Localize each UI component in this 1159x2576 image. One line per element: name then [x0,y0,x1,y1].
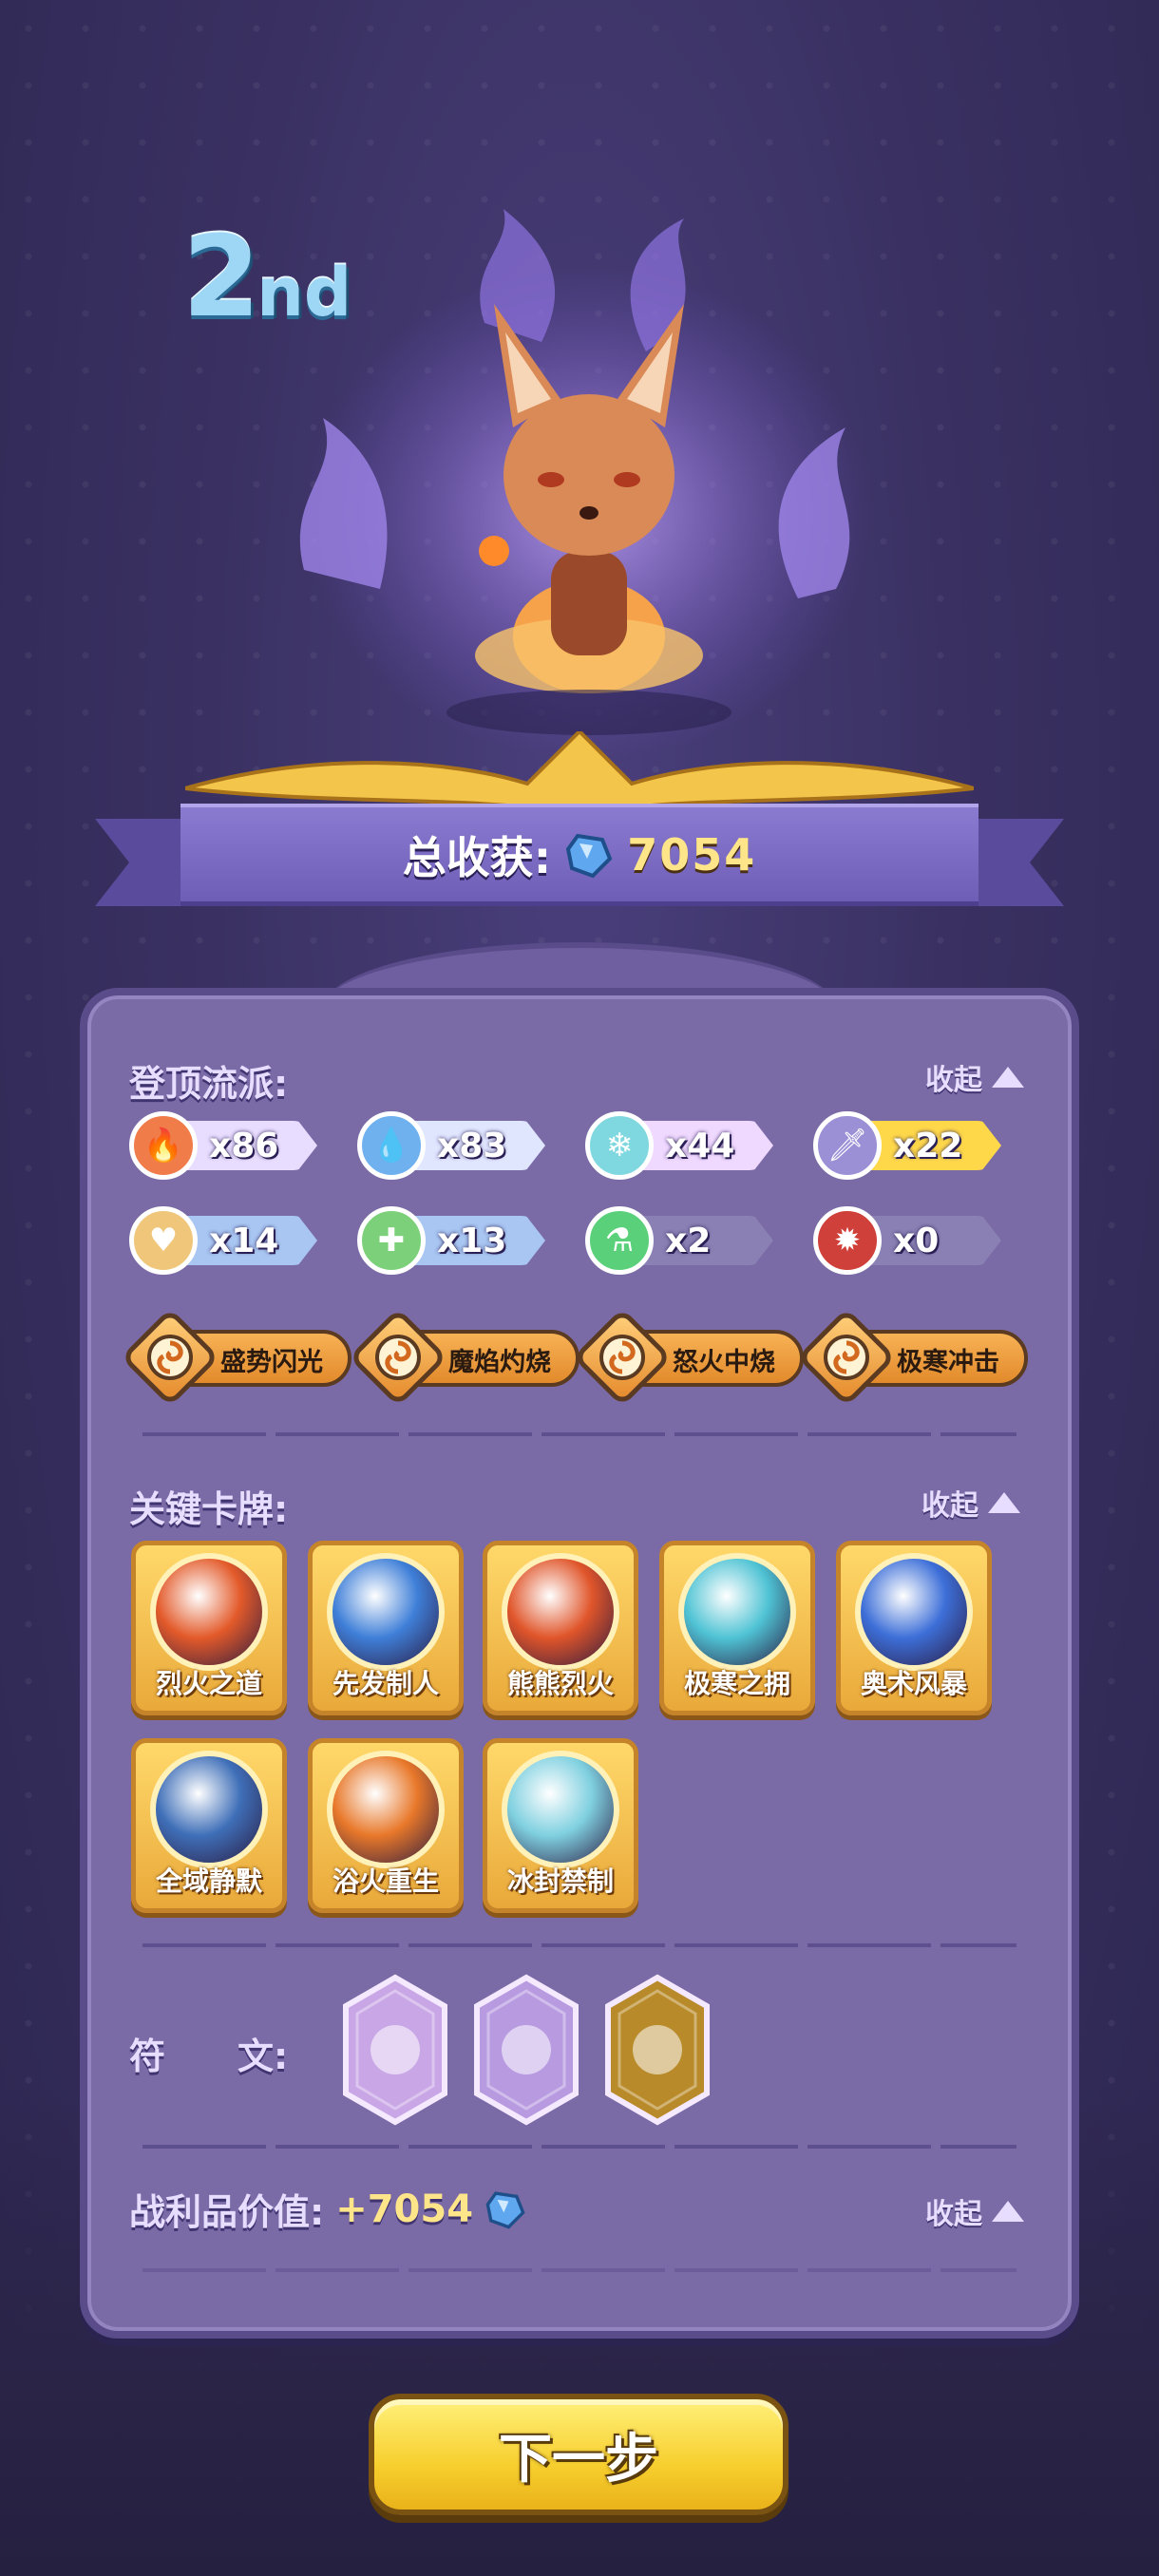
collapse-up-icon [988,1492,1020,1513]
card-label: 奥术风暴 [860,1668,967,1699]
counter-value: x44 [665,1126,735,1165]
card-label: 熊熊烈火 [506,1668,614,1699]
key-card[interactable]: 冰封禁制 [483,1738,638,1913]
swirl-icon [375,1335,421,1380]
section-divider [142,2268,1016,2272]
skill-tag[interactable]: 盛势闪光 [120,1307,352,1408]
golden-heart-rune-icon[interactable] [600,1974,714,2126]
total-harvest-value: 7054 [627,828,757,881]
counter-value: x2 [665,1221,712,1260]
blue-creature-icon [327,1553,445,1671]
collapse-label: 收起 [925,2198,982,2231]
swirl-icon [824,1335,869,1380]
skill-tag[interactable]: 极寒冲击 [796,1307,1028,1408]
card-label: 极寒之拥 [683,1668,790,1699]
rank-number: 2 [182,211,260,342]
skill-label: 魔焰灼烧 [448,1348,551,1377]
fox-hero-character [299,209,874,760]
route-counter: ❄ x44 [585,1111,775,1180]
next-step-label: 下一步 [499,2428,658,2491]
collapse-label: 收起 [922,1489,978,1523]
water-drop-icon: 💧 [357,1111,426,1180]
route-counter: 🗡 x22 [813,1111,1003,1180]
total-harvest-label: 总收获: [402,831,552,883]
route-section-title: 登顶流派: [129,1063,289,1105]
card-label: 烈火之道 [155,1668,262,1699]
total-harvest-banner: 总收获: 7054 [180,804,978,906]
silence-mask-icon [150,1751,268,1868]
counter-value: x13 [437,1221,507,1260]
skill-label: 盛势闪光 [220,1348,323,1377]
card-label: 浴火重生 [332,1866,439,1897]
route-counter: ✹ x0 [813,1206,1003,1275]
key-card[interactable]: 烈火之道 [131,1541,287,1715]
card-label: 全域静默 [155,1866,262,1897]
card-label: 先发制人 [332,1668,439,1699]
collapse-up-icon [992,1067,1024,1088]
route-counter: ⚗ x2 [585,1206,775,1275]
route-collapse-button[interactable]: 收起 [925,1056,1024,1098]
swirl-icon [599,1335,645,1380]
counter-value: x14 [209,1221,279,1260]
phoenix-rebirth-icon [327,1751,445,1868]
key-card[interactable]: 全域静默 [131,1738,287,1913]
loot-collapse-button[interactable]: 收起 [925,2190,1024,2232]
counter-value: x86 [209,1126,279,1165]
key-card[interactable]: 先发制人 [308,1541,464,1715]
arcane-storm-icon [855,1553,973,1671]
route-counter: ✚ x13 [357,1206,547,1275]
skill-label: 怒火中烧 [673,1348,775,1377]
swirl-rune-icon[interactable] [469,1974,583,2126]
key-card[interactable]: 奥术风暴 [836,1541,992,1715]
fire-icon: 🔥 [129,1111,198,1180]
loot-value: +7054 [335,2187,474,2231]
skill-label: 极寒冲击 [897,1348,999,1377]
key-card[interactable]: 极寒之拥 [659,1541,815,1715]
swirl-icon [147,1335,193,1380]
runes-section-title: 符 文: [129,2036,289,2077]
route-counter: 💧 x83 [357,1111,547,1180]
heart-icon: ♥ [129,1206,198,1275]
section-divider [142,1432,1016,1436]
blazing-fire-icon [502,1553,619,1671]
blue-crystal-icon [485,2190,525,2229]
blue-crystal-icon [566,833,613,878]
collapse-up-icon [992,2201,1024,2222]
snowflake-icon: ❄ [585,1111,654,1180]
ice-crystal-icon [678,1553,796,1671]
section-divider [142,2145,1016,2149]
next-step-button[interactable]: 下一步 [369,2394,788,2515]
burst-icon: ✹ [813,1206,882,1275]
key-card[interactable]: 浴火重生 [308,1738,464,1913]
counter-value: x22 [893,1126,963,1165]
collapse-label: 收起 [925,1064,982,1097]
skill-tag[interactable]: 魔焰灼烧 [348,1307,580,1408]
frozen-seal-icon [502,1751,619,1868]
route-counter: ♥ x14 [129,1206,319,1275]
flame-orb-icon [150,1553,268,1671]
cards-section-title: 关键卡牌: [129,1488,289,1530]
loot-section-title: 战利品价值: [129,2191,325,2233]
route-counter: 🔥 x86 [129,1111,319,1180]
section-divider [142,1943,1016,1947]
potion-icon: ⚗ [585,1206,654,1275]
counter-value: x0 [893,1221,940,1260]
counter-value: x83 [437,1126,507,1165]
loot-row: 战利品价值: +7054 [129,2183,526,2235]
sword-icon: 🗡 [813,1111,882,1180]
cards-collapse-button[interactable]: 收起 [922,1482,1020,1524]
key-card[interactable]: 熊熊烈火 [483,1541,638,1715]
card-label: 冰封禁制 [506,1866,614,1897]
skill-tag[interactable]: 怒火中烧 [572,1307,804,1408]
plus-icon: ✚ [357,1206,426,1275]
caterpillar-rune-icon[interactable] [338,1974,452,2126]
